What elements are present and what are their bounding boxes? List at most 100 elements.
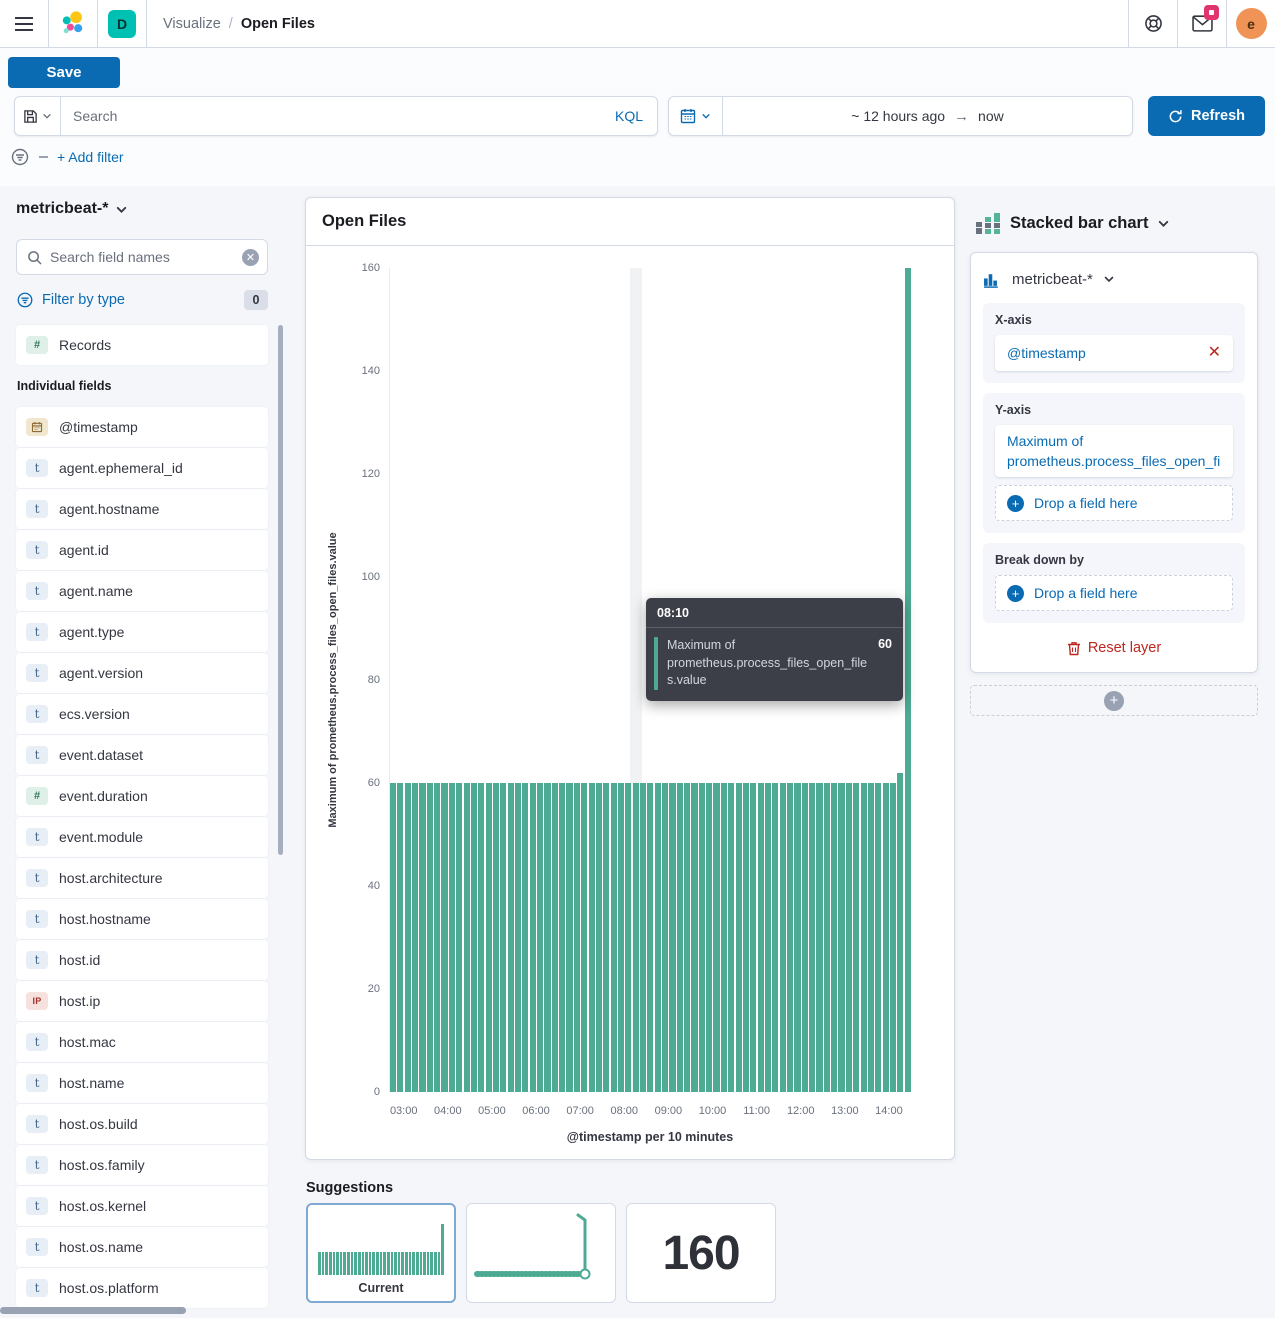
chart-bar[interactable] [515, 783, 521, 1092]
field-item[interactable]: tagent.hostname [16, 489, 268, 529]
menu-button[interactable] [0, 0, 48, 47]
chart-bar[interactable] [544, 783, 550, 1092]
search-input[interactable] [61, 97, 601, 135]
chart-bar[interactable] [736, 783, 742, 1092]
chart-bar[interactable] [537, 783, 543, 1092]
chart-bar[interactable] [802, 783, 808, 1092]
chart-bar[interactable] [522, 783, 528, 1092]
chart-bar[interactable] [691, 783, 697, 1092]
field-item[interactable]: thost.architecture [16, 858, 268, 898]
chart-bar[interactable] [449, 783, 455, 1092]
chart-bar[interactable] [456, 783, 462, 1092]
field-item[interactable]: tagent.id [16, 530, 268, 570]
chart-bar[interactable] [633, 783, 639, 1092]
remove-x-dimension-button[interactable]: ✕ [1200, 345, 1221, 361]
time-range-start[interactable]: ~ 12 hours ago [851, 108, 945, 124]
chart-bar[interactable] [883, 783, 889, 1092]
chart-bar[interactable] [486, 783, 492, 1092]
elastic-logo[interactable] [49, 0, 97, 47]
chart-bar[interactable] [743, 783, 749, 1092]
field-item[interactable]: thost.id [16, 940, 268, 980]
chart-bar[interactable] [552, 783, 558, 1092]
chart-bar[interactable] [618, 783, 624, 1092]
chart-bar[interactable] [559, 783, 565, 1092]
chart-bar[interactable] [809, 783, 815, 1092]
chart-bar[interactable] [897, 773, 903, 1092]
chart-bar[interactable] [478, 783, 484, 1092]
field-item[interactable]: tagent.name [16, 571, 268, 611]
chart-bar[interactable] [625, 783, 631, 1092]
global-filter-icon[interactable] [10, 147, 30, 167]
suggestion-metric[interactable]: 160 [626, 1203, 776, 1303]
chart-bar[interactable] [566, 783, 572, 1092]
field-item[interactable]: thost.os.platform [16, 1268, 268, 1308]
y-axis-drop-target[interactable]: + Drop a field here [995, 485, 1233, 521]
field-item[interactable]: IPhost.ip [16, 981, 268, 1021]
newsfeed-button[interactable] [1178, 0, 1226, 47]
add-filter-button[interactable]: + Add filter [57, 149, 124, 165]
chart-bar[interactable] [427, 783, 433, 1092]
chart-bar[interactable] [750, 783, 756, 1092]
chart-bar[interactable] [699, 783, 705, 1092]
chart-bar[interactable] [713, 783, 719, 1092]
chart-bar[interactable] [397, 783, 403, 1092]
chart-bar[interactable] [655, 783, 661, 1092]
field-item[interactable]: tagent.type [16, 612, 268, 652]
field-item[interactable]: thost.name [16, 1063, 268, 1103]
suggestion-line-chart[interactable] [466, 1203, 616, 1303]
chart-bar[interactable] [405, 783, 411, 1092]
chart-bar[interactable] [640, 783, 646, 1092]
date-quick-menu-button[interactable] [669, 97, 723, 135]
field-item[interactable]: thost.os.family [16, 1145, 268, 1185]
chart-bar[interactable] [647, 783, 653, 1092]
chart-bar[interactable] [787, 783, 793, 1092]
field-item[interactable]: #event.duration [16, 776, 268, 816]
chart-bar[interactable] [816, 783, 822, 1092]
space-switcher[interactable]: D [98, 0, 146, 47]
sidebar-horizontal-scrollbar[interactable] [0, 1307, 186, 1314]
field-item[interactable]: thost.hostname [16, 899, 268, 939]
chart-type-selector[interactable]: Stacked bar chart [975, 212, 1170, 234]
chart-bar[interactable] [471, 783, 477, 1092]
chart-bar[interactable] [728, 783, 734, 1092]
chart-bar[interactable] [603, 783, 609, 1092]
time-range-end[interactable]: now [978, 108, 1004, 124]
chart-bar[interactable] [772, 783, 778, 1092]
chart-bar[interactable] [853, 783, 859, 1092]
index-pattern-switcher[interactable]: metricbeat-* [16, 200, 128, 218]
chart-bar[interactable] [861, 783, 867, 1092]
field-item[interactable]: thost.os.build [16, 1104, 268, 1144]
chart-bar[interactable] [706, 783, 712, 1092]
time-range-display[interactable]: ~ 12 hours ago → now [723, 97, 1132, 135]
chart-bar[interactable] [780, 783, 786, 1092]
sidebar-vertical-scrollbar[interactable] [278, 325, 283, 855]
chart-bar[interactable] [419, 783, 425, 1092]
field-item[interactable]: thost.os.name [16, 1227, 268, 1267]
chart-bar[interactable] [508, 783, 514, 1092]
user-menu-button[interactable]: e [1227, 0, 1275, 47]
breadcrumb-visualize[interactable]: Visualize [163, 16, 221, 32]
field-item[interactable]: tevent.dataset [16, 735, 268, 775]
add-layer-button[interactable]: + [970, 685, 1258, 716]
chart-bar[interactable] [574, 783, 580, 1092]
x-axis-dimension[interactable]: @timestamp ✕ [995, 335, 1233, 371]
field-item[interactable]: tecs.version [16, 694, 268, 734]
chart-bar[interactable] [765, 783, 771, 1092]
chart-bar[interactable] [684, 783, 690, 1092]
chart-bar[interactable] [464, 783, 470, 1092]
kql-language-button[interactable]: KQL [601, 108, 657, 124]
chart-bar[interactable] [596, 783, 602, 1092]
chart-bar[interactable] [846, 783, 852, 1092]
chart-bar[interactable] [721, 783, 727, 1092]
chart-bar[interactable] [905, 268, 911, 1092]
reset-layer-button[interactable]: Reset layer [983, 636, 1245, 660]
chart-bar[interactable] [611, 783, 617, 1092]
chart-bar[interactable] [794, 783, 800, 1092]
save-button[interactable]: Save [8, 57, 120, 88]
help-menu-button[interactable] [1129, 0, 1177, 47]
chart-bar[interactable] [412, 783, 418, 1092]
chart-bar[interactable] [390, 783, 396, 1092]
field-item[interactable]: @timestamp [16, 407, 268, 447]
layer-index-pattern-switcher[interactable]: metricbeat-* [983, 265, 1245, 293]
suggestion-current[interactable]: Current [306, 1203, 456, 1303]
